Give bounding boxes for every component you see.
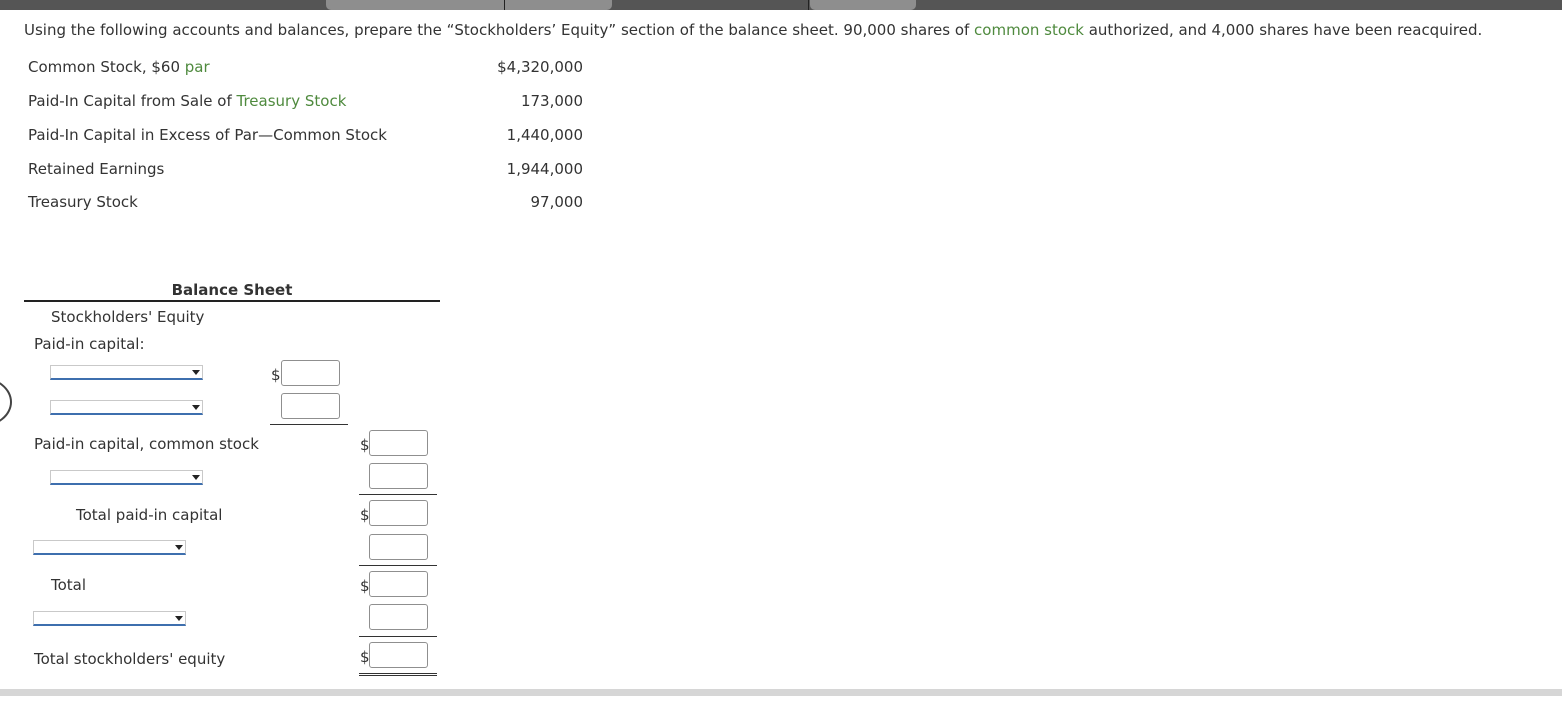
- account-dropdown[interactable]: [50, 365, 203, 380]
- total-se-label: Total stockholders' equity: [34, 650, 226, 668]
- chevron-down-icon: [192, 475, 200, 480]
- account-amount: 173,000: [520, 92, 583, 110]
- section-subtitle: Stockholders' Equity: [51, 308, 205, 326]
- tab-divider: [808, 0, 809, 10]
- sum-rule: [270, 424, 348, 425]
- amount-input[interactable]: [369, 571, 428, 597]
- chevron-down-icon: [175, 545, 183, 550]
- top-tab[interactable]: [810, 0, 916, 10]
- amount-input[interactable]: [281, 360, 340, 386]
- amount-input[interactable]: [369, 430, 428, 456]
- account-label: Paid-In Capital in Excess of Par—Common …: [28, 126, 387, 144]
- account-dropdown[interactable]: [33, 540, 186, 555]
- sum-rule: [359, 565, 437, 566]
- treasury-stock-link[interactable]: Treasury Stock: [237, 92, 347, 110]
- account-amount: 1,440,000: [506, 126, 583, 144]
- bottom-scroll-bar: [0, 689, 1562, 696]
- amount-input[interactable]: [369, 500, 428, 526]
- paid-in-capital-label: Paid-in capital:: [34, 335, 145, 353]
- account-amount: 97,000: [530, 193, 584, 211]
- chevron-down-icon: [175, 616, 183, 621]
- chevron-down-icon: [192, 370, 200, 375]
- total-label: Total: [51, 576, 87, 594]
- account-label: Common Stock, $60 par: [28, 58, 210, 76]
- top-tab[interactable]: [326, 0, 612, 10]
- account-label: Paid-In Capital from Sale of Treasury St…: [28, 92, 347, 110]
- account-amount: 1,944,000: [506, 160, 583, 178]
- amount-input[interactable]: [369, 642, 428, 668]
- side-nav-circle[interactable]: [0, 377, 12, 427]
- total-paid-in-label: Total paid-in capital: [76, 506, 223, 524]
- sum-rule: [359, 636, 437, 637]
- amount-input[interactable]: [369, 604, 428, 630]
- par-link[interactable]: par: [185, 58, 210, 76]
- account-amount: $4,320,000: [497, 58, 583, 76]
- common-stock-link[interactable]: common stock: [974, 21, 1084, 39]
- dollar-sign: $: [271, 366, 281, 384]
- account-label: Treasury Stock: [28, 193, 138, 211]
- tab-divider: [504, 0, 505, 10]
- sum-rule: [359, 494, 437, 495]
- account-dropdown[interactable]: [33, 611, 186, 626]
- account-label: Retained Earnings: [28, 160, 165, 178]
- balance-sheet-title: Balance Sheet: [171, 281, 293, 299]
- chevron-down-icon: [192, 405, 200, 410]
- amount-input[interactable]: [281, 393, 340, 419]
- top-toolbar: [0, 0, 1562, 10]
- double-rule: [359, 673, 437, 676]
- account-dropdown[interactable]: [50, 470, 203, 485]
- amount-input[interactable]: [369, 463, 428, 489]
- account-dropdown[interactable]: [50, 400, 203, 415]
- title-divider: [24, 300, 440, 302]
- question-text: Using the following accounts and balance…: [24, 21, 1483, 39]
- paid-in-common-label: Paid-in capital, common stock: [34, 435, 259, 453]
- amount-input[interactable]: [369, 534, 428, 560]
